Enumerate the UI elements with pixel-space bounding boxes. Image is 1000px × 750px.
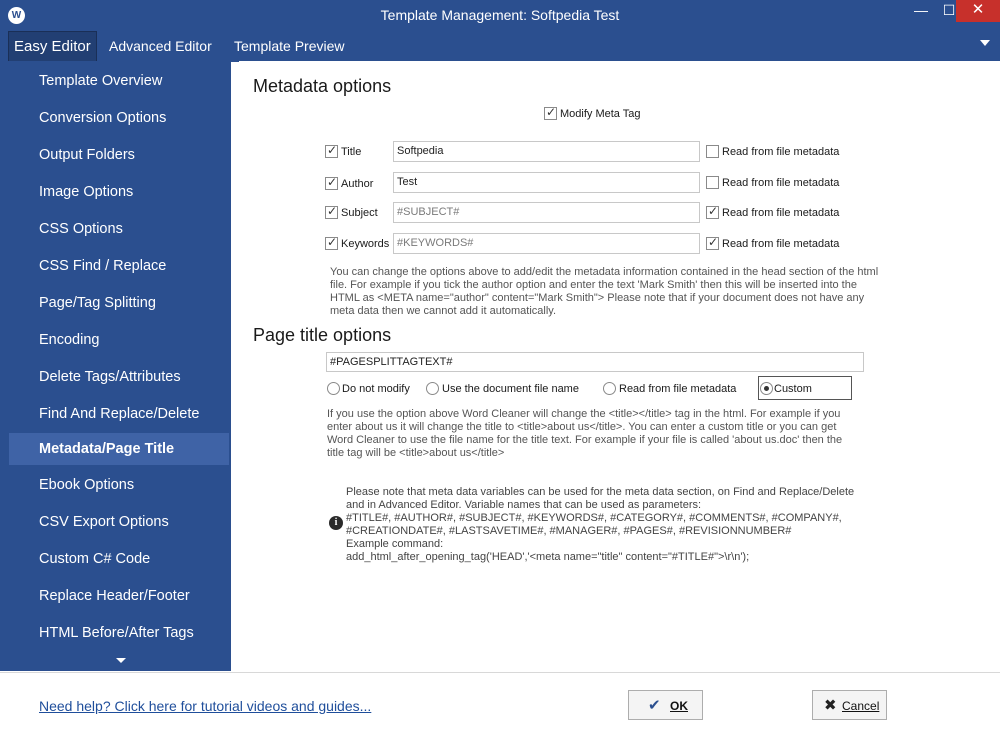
info-icon: i xyxy=(329,516,343,530)
window-title: Template Management: Softpedia Test xyxy=(380,7,620,23)
page-title-help-line: title tag will be <title>about us</title… xyxy=(327,447,505,459)
ok-label: OK xyxy=(670,699,688,713)
info-note-line: #TITLE#, #AUTHOR#, #SUBJECT#, #KEYWORDS#… xyxy=(346,512,842,524)
subject-input[interactable]: #SUBJECT# xyxy=(393,202,700,223)
info-note-line: Please note that meta data variables can… xyxy=(346,486,855,498)
page-title-help-line: If you use the option above Word Cleaner… xyxy=(327,408,841,420)
close-icon: ✖ xyxy=(824,697,837,714)
author-read-from-file-checkbox[interactable] xyxy=(706,176,719,189)
sidebar-item-page-tag-splitting[interactable]: Page/Tag Splitting xyxy=(9,287,229,319)
sidebar-item-ebook-options[interactable]: Ebook Options xyxy=(9,469,229,501)
sidebar-item-custom-csharp-code[interactable]: Custom C# Code xyxy=(9,543,229,575)
metadata-help-line: file. For example if you tick the author… xyxy=(330,279,857,291)
minimize-button[interactable]: — xyxy=(906,0,936,22)
sidebar: Template Overview Conversion Options Out… xyxy=(9,62,231,671)
cancel-button[interactable]: ✖ Cancel xyxy=(812,690,887,720)
scroll-down-icon[interactable] xyxy=(116,658,126,663)
sidebar-item-css-options[interactable]: CSS Options xyxy=(9,213,229,245)
title-read-from-file-checkbox[interactable] xyxy=(706,145,719,158)
metadata-help-line: HTML as <META name="author" content="Mar… xyxy=(330,292,865,304)
metadata-help-text: You can change the options above to add/… xyxy=(330,266,930,318)
radio-do-not-modify[interactable] xyxy=(327,382,340,395)
tab-template-preview[interactable]: Template Preview xyxy=(229,31,350,61)
radio-custom-label: Custom xyxy=(774,383,812,395)
vertical-scrollbar[interactable] xyxy=(975,62,993,672)
sidebar-item-output-folders[interactable]: Output Folders xyxy=(9,139,229,171)
sidebar-item-replace-header-footer[interactable]: Replace Header/Footer xyxy=(9,580,229,612)
cancel-label: Cancel xyxy=(842,699,880,713)
check-icon: ✔ xyxy=(648,697,661,714)
page-title-help-line: enter about us it will change the title … xyxy=(327,421,837,433)
info-note-line: add_html_after_opening_tag('HEAD','<meta… xyxy=(346,551,750,563)
page-title-input[interactable]: #PAGESPLITTAGTEXT# xyxy=(326,352,864,372)
ok-button[interactable]: ✔ OK xyxy=(628,690,703,720)
keywords-read-from-file-label: Read from file metadata xyxy=(722,238,840,250)
chevron-down-icon[interactable] xyxy=(980,40,990,46)
author-read-from-file-label: Read from file metadata xyxy=(722,177,840,189)
title-bar: W Template Management: Softpedia Test — … xyxy=(0,0,1000,31)
modify-meta-tag-label: Modify Meta Tag xyxy=(560,108,641,120)
sidebar-item-delete-tags[interactable]: Delete Tags/Attributes xyxy=(9,361,229,393)
title-input[interactable]: Softpedia xyxy=(393,141,700,162)
radio-read-from-metadata-label: Read from file metadata xyxy=(619,383,737,395)
info-note-line: #CREATIONDATE#, #LASTSAVETIME#, #MANAGER… xyxy=(346,525,792,537)
radio-custom[interactable] xyxy=(760,382,773,395)
author-checkbox[interactable] xyxy=(325,175,338,190)
subject-read-from-file-checkbox[interactable] xyxy=(706,204,719,219)
metadata-heading: Metadata options xyxy=(253,76,392,96)
sidebar-item-metadata-page-title[interactable]: Metadata/Page Title xyxy=(9,433,229,465)
title-read-from-file-label: Read from file metadata xyxy=(722,146,840,158)
sidebar-item-encoding[interactable]: Encoding xyxy=(9,324,229,356)
page-title-help-line: Word Cleaner to use the file name for th… xyxy=(327,434,843,446)
sidebar-item-find-replace-delete[interactable]: Find And Replace/Delete xyxy=(9,398,229,430)
subject-read-from-file-label: Read from file metadata xyxy=(722,207,840,219)
title-checkbox[interactable] xyxy=(325,143,338,158)
metadata-help-line: meta data then we cannot add it automati… xyxy=(330,305,557,317)
sidebar-item-image-options[interactable]: Image Options xyxy=(9,176,229,208)
keywords-input[interactable]: #KEYWORDS# xyxy=(393,233,700,254)
modify-meta-tag-checkbox[interactable] xyxy=(544,105,557,120)
keywords-checkbox[interactable] xyxy=(325,235,338,250)
page-title-help-text: If you use the option above Word Cleaner… xyxy=(327,408,887,460)
info-note-line: and in Advanced Editor. Variable names t… xyxy=(346,499,702,511)
author-label: Author xyxy=(341,178,374,190)
subject-checkbox[interactable] xyxy=(325,204,338,219)
close-button[interactable]: ✕ xyxy=(956,0,1000,22)
tab-bar: Easy Editor Advanced Editor Template Pre… xyxy=(0,31,1000,62)
keywords-label: Keywords xyxy=(341,238,390,250)
sidebar-item-css-find-replace[interactable]: CSS Find / Replace xyxy=(9,250,229,282)
page-title-heading: Page title options xyxy=(253,325,392,345)
radio-read-from-metadata[interactable] xyxy=(603,382,616,395)
subject-label: Subject xyxy=(341,207,378,219)
help-link[interactable]: Need help? Click here for tutorial video… xyxy=(39,698,371,714)
info-note-line: Example command: xyxy=(346,538,444,550)
keywords-read-from-file-checkbox[interactable] xyxy=(706,235,719,250)
sidebar-item-html-before-after-tags[interactable]: HTML Before/After Tags xyxy=(9,617,229,649)
sidebar-item-csv-export-options[interactable]: CSV Export Options xyxy=(9,506,229,538)
info-note-text: Please note that meta data variables can… xyxy=(346,486,906,564)
tab-advanced-editor[interactable]: Advanced Editor xyxy=(104,31,217,61)
metadata-help-line: You can change the options above to add/… xyxy=(330,266,879,278)
title-label: Title xyxy=(341,146,362,158)
radio-use-file-name-label: Use the document file name xyxy=(442,383,579,395)
radio-use-file-name[interactable] xyxy=(426,382,439,395)
sidebar-item-conversion-options[interactable]: Conversion Options xyxy=(9,102,229,134)
tab-easy-editor[interactable]: Easy Editor xyxy=(8,31,97,62)
radio-do-not-modify-label: Do not modify xyxy=(342,383,410,395)
sidebar-item-template-overview[interactable]: Template Overview xyxy=(9,65,229,97)
author-input[interactable]: Test xyxy=(393,172,700,193)
